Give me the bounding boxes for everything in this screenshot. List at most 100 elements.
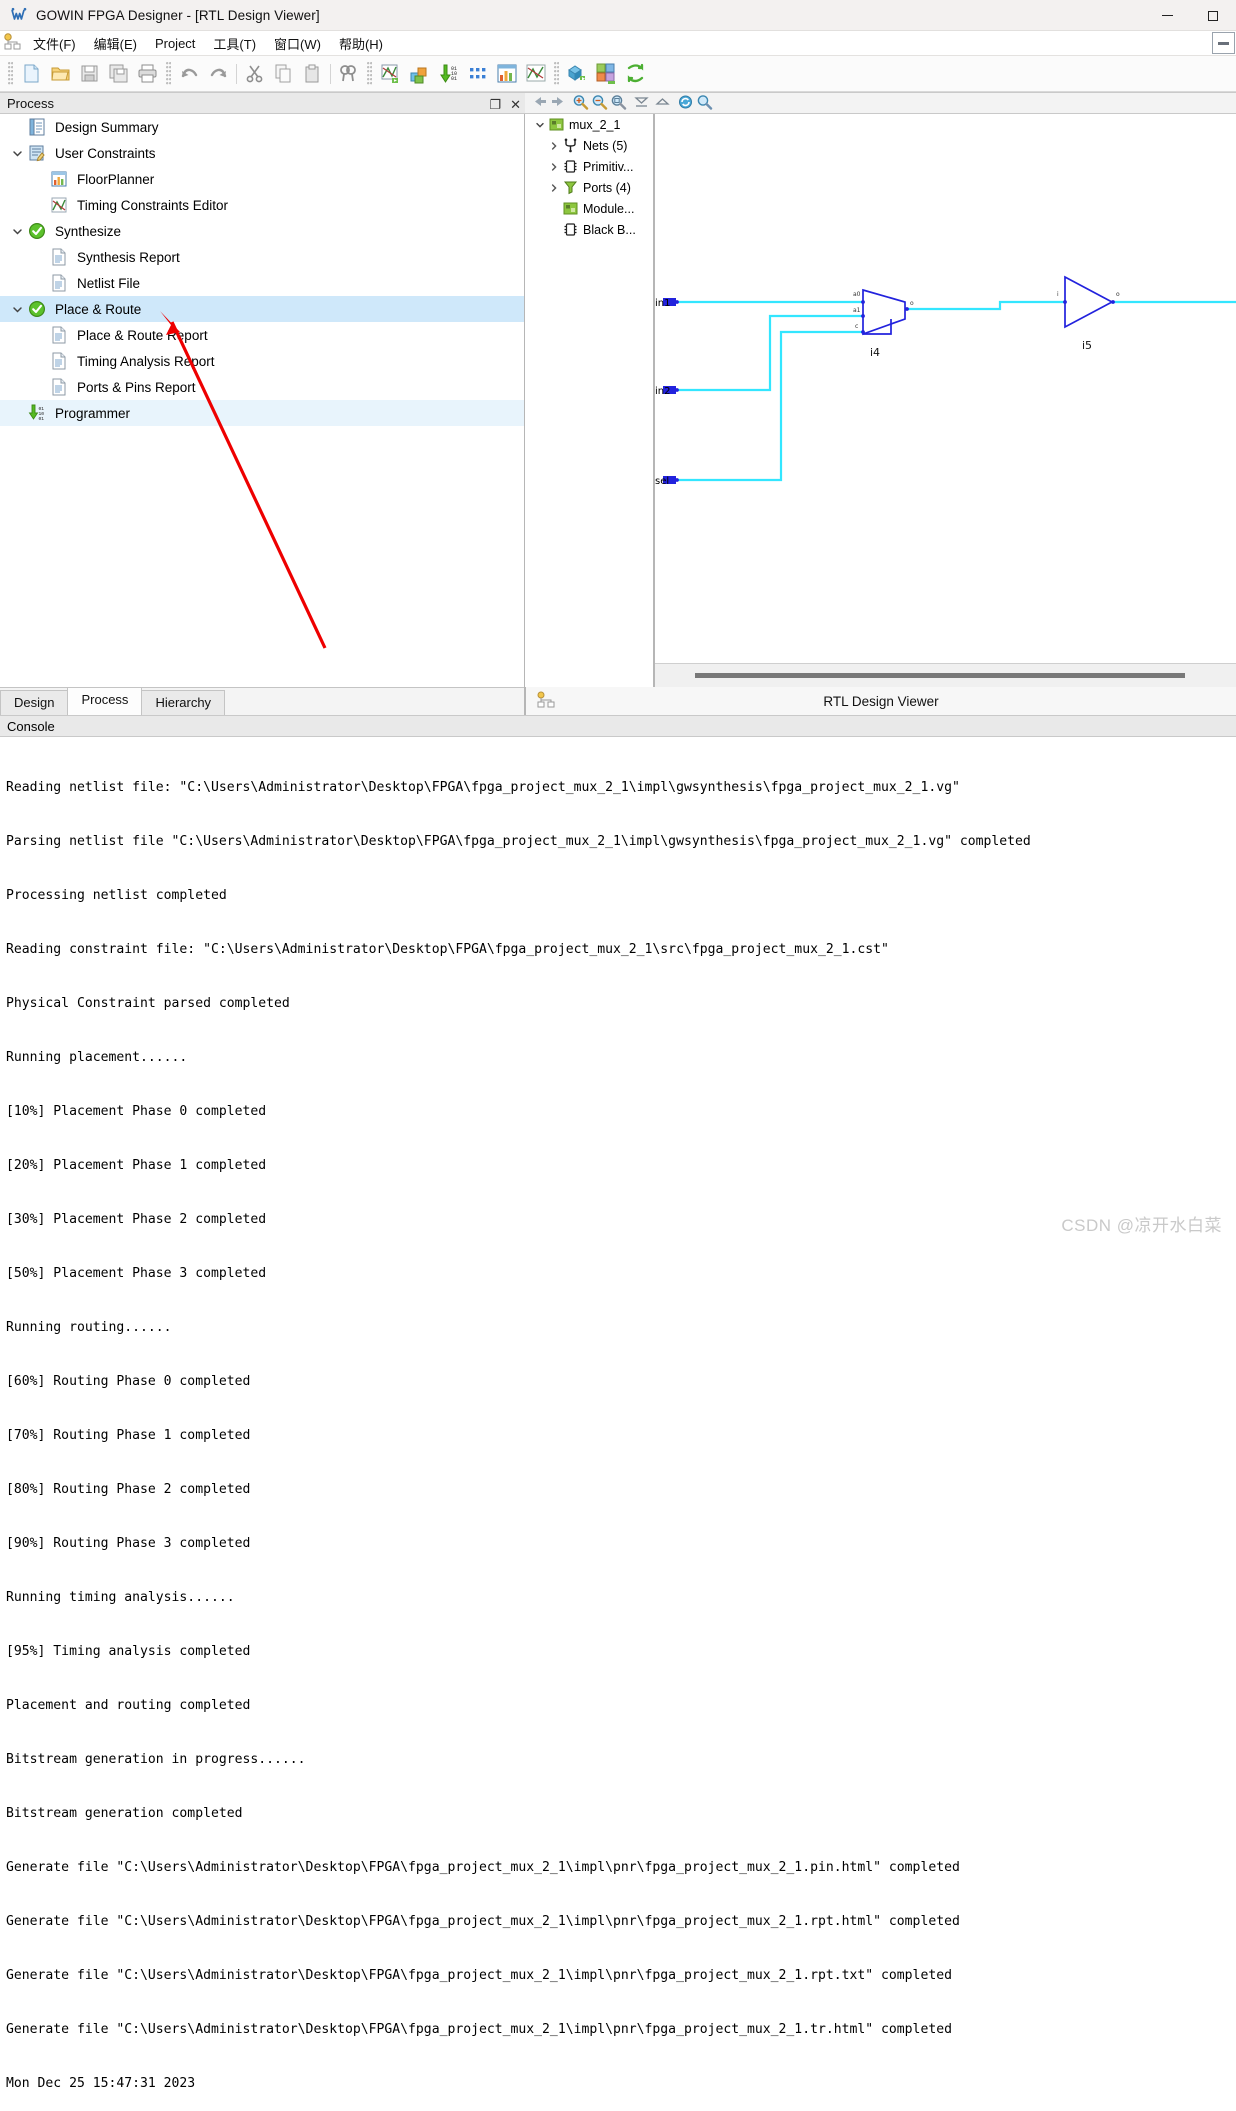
menu-window-label: 窗口(W) xyxy=(274,36,321,52)
copy-icon[interactable] xyxy=(269,60,298,88)
tree-item-place-and-route[interactable]: Place & Route xyxy=(0,296,524,322)
save-icon[interactable] xyxy=(75,60,104,88)
collapse-icon[interactable] xyxy=(634,95,649,112)
floorplanner-3d-icon[interactable] xyxy=(405,60,434,88)
tree-item-programmer[interactable]: 01 10 01 Programmer xyxy=(0,400,524,426)
tab-hierarchy[interactable]: Hierarchy xyxy=(141,690,226,715)
floorplanner-icon xyxy=(50,170,70,188)
console-line: Reading netlist file: "C:\Users\Administ… xyxy=(6,780,960,795)
window-title: GOWIN FPGA Designer - [RTL Design Viewer… xyxy=(36,7,320,23)
console-line: Generate file "C:\Users\Administrator\De… xyxy=(6,2022,952,2037)
minimize-button[interactable] xyxy=(1144,0,1190,31)
menu-file-label: 文件(F) xyxy=(33,36,76,52)
hier-item-black-boxes[interactable]: Black B... xyxy=(525,219,653,240)
redo-icon[interactable] xyxy=(204,60,233,88)
chevron-down-icon[interactable] xyxy=(6,148,28,159)
new-file-icon[interactable] xyxy=(17,60,46,88)
tree-item-user-constraints[interactable]: User Constraints xyxy=(0,140,524,166)
svg-text:i5: i5 xyxy=(1082,339,1092,352)
schematic-canvas[interactable]: in1 in2 sel a0 a1 c o i4 i o i5 xyxy=(655,114,1236,663)
menu-project[interactable]: Project xyxy=(146,34,204,53)
undo-icon[interactable] xyxy=(175,60,204,88)
hier-item-nets[interactable]: Nets (5) xyxy=(525,135,653,156)
zoom-fit-icon[interactable] xyxy=(610,94,627,113)
svg-text:c: c xyxy=(855,323,858,330)
zoom-out-icon[interactable] xyxy=(591,94,608,113)
tab-design[interactable]: Design xyxy=(0,690,69,715)
console-line: Physical Constraint parsed completed xyxy=(6,996,290,1011)
cut-icon[interactable] xyxy=(240,60,269,88)
menu-help[interactable]: 帮助(H) xyxy=(330,32,392,55)
menu-edit[interactable]: 编辑(E) xyxy=(85,32,146,55)
menu-tools[interactable]: 工具(T) xyxy=(204,32,265,55)
tree-item-ports-and-pins-report[interactable]: Ports & Pins Report xyxy=(0,374,524,400)
forward-arrow-icon[interactable] xyxy=(550,94,567,112)
tree-item-timing-constraints-editor[interactable]: Timing Constraints Editor xyxy=(0,192,524,218)
tree-item-floorplanner[interactable]: FloorPlanner xyxy=(0,166,524,192)
chevron-down-icon[interactable] xyxy=(531,120,549,130)
close-panel-icon[interactable]: ✕ xyxy=(510,98,521,111)
find-icon[interactable] xyxy=(334,60,363,88)
toolbar-grip[interactable] xyxy=(8,61,13,86)
hier-label: mux_2_1 xyxy=(569,117,621,132)
chevron-right-icon[interactable] xyxy=(545,141,563,151)
tab-process[interactable]: Process xyxy=(67,687,143,715)
restore-window-icon[interactable] xyxy=(1212,32,1235,54)
zoom-in-icon[interactable] xyxy=(572,94,589,113)
dots-grid-icon[interactable] xyxy=(463,60,492,88)
hier-item-modules[interactable]: Module... xyxy=(525,198,653,219)
back-arrow-icon[interactable] xyxy=(531,94,548,112)
chevron-down-icon[interactable] xyxy=(6,304,28,315)
toolbar-grip-3[interactable] xyxy=(367,61,372,86)
toolbar-grip-2[interactable] xyxy=(166,61,171,86)
toolbar-grip-4[interactable] xyxy=(554,61,559,86)
expand-icon[interactable] xyxy=(655,95,670,112)
tree-label: Synthesize xyxy=(55,223,122,239)
hier-item-mux_2_1[interactable]: mux_2_1 xyxy=(525,114,653,135)
save-all-icon[interactable] xyxy=(104,60,133,88)
scrollbar-thumb[interactable] xyxy=(695,673,1185,678)
paste-icon[interactable] xyxy=(298,60,327,88)
tree-item-synthesis-report[interactable]: Synthesis Report xyxy=(0,244,524,270)
tree-item-design-summary[interactable]: Design Summary xyxy=(0,114,524,140)
console-line: [50%] Placement Phase 3 completed xyxy=(6,1266,267,1281)
print-icon[interactable] xyxy=(133,60,162,88)
console-line: Running routing...... xyxy=(6,1320,172,1335)
float-panel-icon[interactable]: ❐ xyxy=(489,98,501,111)
timing-chart-icon[interactable] xyxy=(521,60,550,88)
programmer-icon[interactable]: 01 10 01 xyxy=(434,60,463,88)
viewer-toolbar xyxy=(525,92,1236,114)
chevron-right-icon[interactable] xyxy=(545,162,563,172)
schematic-horizontal-scrollbar[interactable] xyxy=(655,663,1236,687)
chevron-right-icon[interactable] xyxy=(545,183,563,193)
synthesize-icon[interactable] xyxy=(563,60,592,88)
hier-item-primitives[interactable]: Primitiv... xyxy=(525,156,653,177)
search-icon[interactable] xyxy=(696,94,713,113)
process-tree[interactable]: Design Summary User Constraints FloorPla… xyxy=(0,114,525,687)
tree-label: Timing Analysis Report xyxy=(77,353,215,369)
watermark-text: CSDN @凉开水白菜 xyxy=(1061,1216,1222,1235)
hier-item-ports[interactable]: Ports (4) xyxy=(525,177,653,198)
rtl-hierarchy-tree[interactable]: mux_2_1 Nets (5) Primitiv... Ports (4) M… xyxy=(525,114,654,687)
title-bar: GOWIN FPGA Designer - [RTL Design Viewer… xyxy=(0,0,1236,31)
menu-window[interactable]: 窗口(W) xyxy=(265,32,330,55)
tree-item-netlist-file[interactable]: Netlist File xyxy=(0,270,524,296)
refresh-icon[interactable] xyxy=(677,94,694,113)
svg-text:sel: sel xyxy=(655,476,669,487)
menu-file[interactable]: 文件(F) xyxy=(24,32,85,55)
rtl-schematic-viewer[interactable]: in1 in2 sel a0 a1 c o i4 i o i5 xyxy=(654,114,1236,687)
maximize-button[interactable] xyxy=(1190,0,1236,31)
open-folder-icon[interactable] xyxy=(46,60,75,88)
chevron-down-icon[interactable] xyxy=(6,226,28,237)
tree-item-timing-analysis-report[interactable]: Timing Analysis Report xyxy=(0,348,524,374)
rerun-all-icon[interactable] xyxy=(621,60,650,88)
console-line: Generate file "C:\Users\Administrator\De… xyxy=(6,1968,952,1983)
place-route-icon[interactable] xyxy=(592,60,621,88)
tree-label: FloorPlanner xyxy=(77,171,155,187)
floorplan-table-icon[interactable] xyxy=(492,60,521,88)
timing-constraints-editor-icon[interactable] xyxy=(376,60,405,88)
tree-item-place-and-route-report[interactable]: Place & Route Report xyxy=(0,322,524,348)
console-output[interactable]: Reading netlist file: "C:\Users\Administ… xyxy=(0,737,1236,2111)
tree-item-synthesize[interactable]: Synthesize xyxy=(0,218,524,244)
tree-label: Place & Route xyxy=(55,301,142,317)
